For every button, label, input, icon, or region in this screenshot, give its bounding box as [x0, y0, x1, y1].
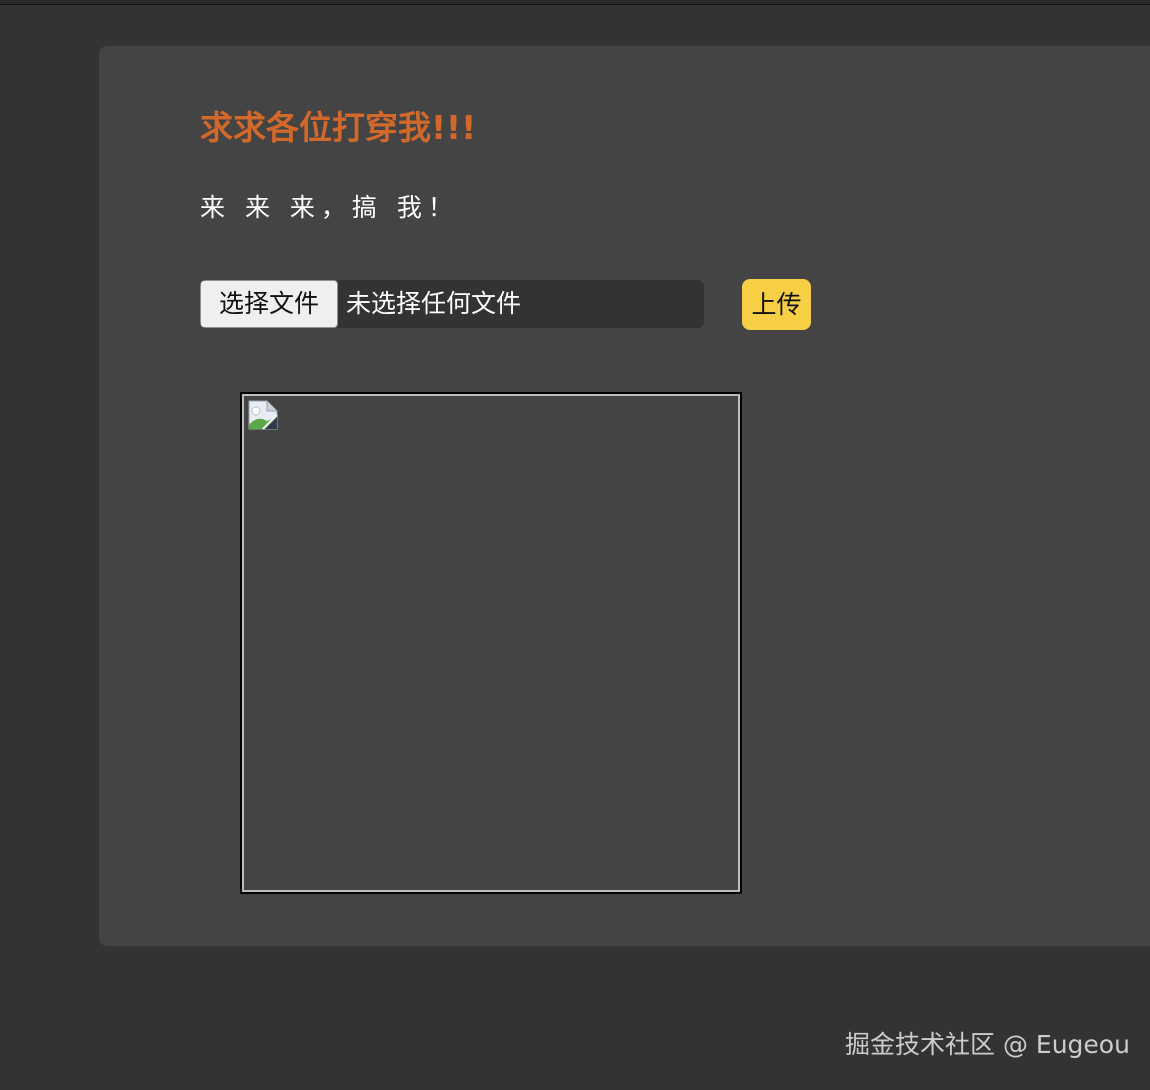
choose-file-button[interactable]: 选择文件	[200, 280, 338, 328]
watermark: 掘金技术社区 @ Eugeou	[845, 1030, 1130, 1059]
broken-image-icon	[248, 400, 278, 430]
file-status-text: 未选择任何文件	[346, 289, 522, 318]
top-border	[0, 0, 1150, 5]
upload-button[interactable]: 上传	[742, 279, 811, 330]
image-preview-area	[242, 394, 740, 892]
page-title: 求求各位打穿我!!!	[200, 108, 477, 147]
file-input[interactable]: 选择文件 未选择任何文件	[200, 280, 704, 328]
page-subtitle: 来 来 来，搞 我！	[200, 193, 459, 222]
image-preview	[240, 392, 742, 894]
